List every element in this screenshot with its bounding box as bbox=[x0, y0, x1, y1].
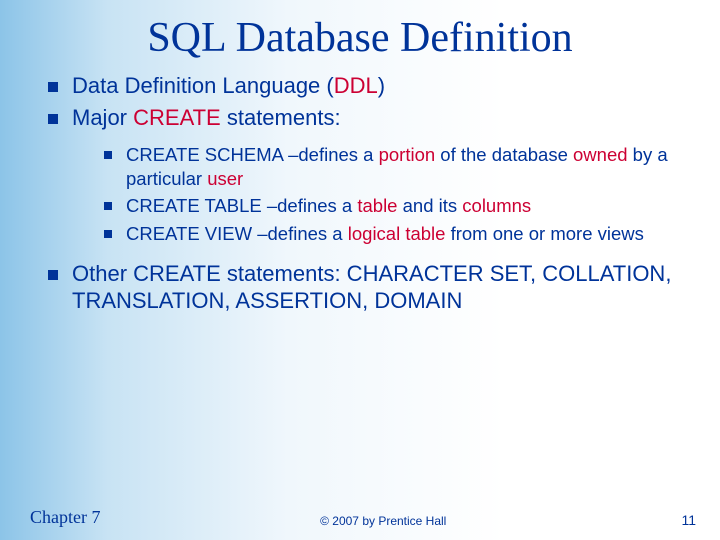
footer-copyright: © 2007 by Prentice Hall bbox=[100, 514, 666, 528]
bullet-list-sub: CREATE SCHEMA –defines a portion of the … bbox=[102, 143, 690, 246]
text-red: table bbox=[357, 195, 397, 216]
text-red: user bbox=[207, 168, 243, 189]
footer-chapter: Chapter 7 bbox=[30, 507, 100, 528]
text-red: logical table bbox=[348, 223, 446, 244]
text: CREATE SCHEMA –defines a bbox=[126, 144, 379, 165]
text: Other CREATE statements: CHARACTER SET, … bbox=[72, 261, 671, 314]
text-red: DDL bbox=[334, 73, 378, 98]
bullet-list-top: Data Definition Language (DDL) Major CRE… bbox=[44, 72, 690, 131]
bullet-create-schema: CREATE SCHEMA –defines a portion of the … bbox=[102, 143, 690, 190]
text: Major bbox=[72, 105, 133, 130]
bullet-create-view: CREATE VIEW –defines a logical table fro… bbox=[102, 222, 690, 246]
text: CREATE TABLE –defines a bbox=[126, 195, 357, 216]
text-red: owned bbox=[573, 144, 628, 165]
slide-content: Data Definition Language (DDL) Major CRE… bbox=[0, 72, 720, 315]
text-red: CREATE bbox=[133, 105, 221, 130]
text: statements: bbox=[221, 105, 341, 130]
slide-title: SQL Database Definition bbox=[0, 0, 720, 72]
footer: Chapter 7 © 2007 by Prentice Hall 11 bbox=[0, 507, 720, 528]
text: CREATE VIEW –defines a bbox=[126, 223, 348, 244]
text: of the database bbox=[435, 144, 573, 165]
text: from one or more views bbox=[445, 223, 643, 244]
bullet-list-top-continued: Other CREATE statements: CHARACTER SET, … bbox=[44, 260, 690, 315]
text-red: portion bbox=[379, 144, 436, 165]
bullet-ddl: Data Definition Language (DDL) bbox=[44, 72, 690, 100]
footer-page-number: 11 bbox=[666, 512, 696, 528]
text: ) bbox=[378, 73, 385, 98]
text: Data Definition Language ( bbox=[72, 73, 334, 98]
bullet-create-table: CREATE TABLE –defines a table and its co… bbox=[102, 194, 690, 218]
text: and its bbox=[397, 195, 462, 216]
text-red: columns bbox=[462, 195, 531, 216]
bullet-create-statements: Major CREATE statements: bbox=[44, 104, 690, 132]
bullet-other-create: Other CREATE statements: CHARACTER SET, … bbox=[44, 260, 690, 315]
